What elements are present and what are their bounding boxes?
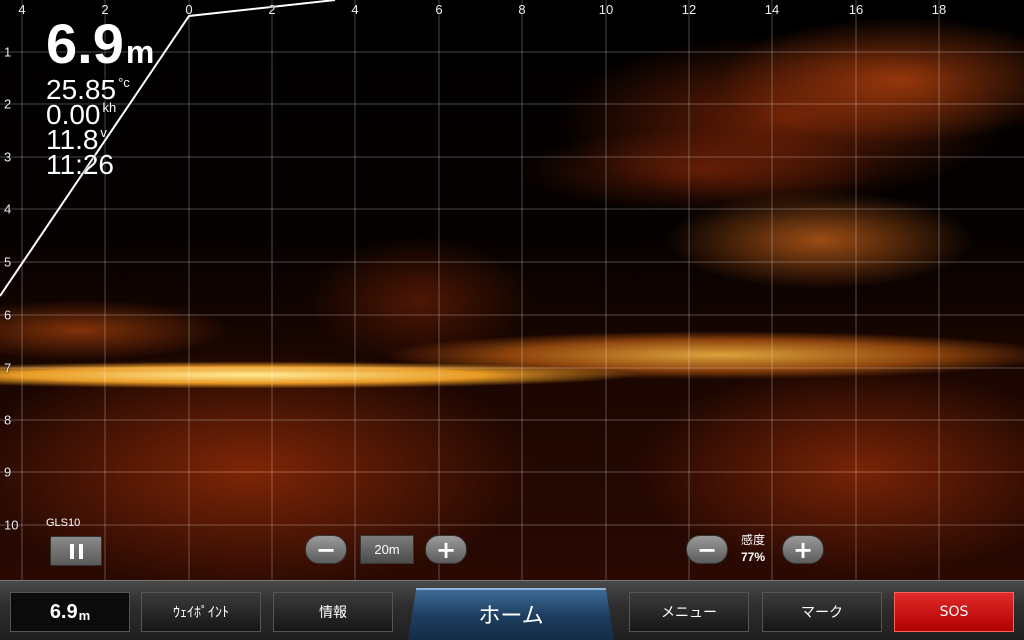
x-tick: 4 (351, 2, 359, 17)
sensitivity-label: 感度 (741, 533, 766, 547)
x-tick: 16 (848, 2, 864, 17)
y-tick: 2 (4, 96, 12, 112)
depth-display: 6.9 m (10, 592, 130, 632)
temperature-unit: °c (118, 75, 130, 90)
range-decrease-button[interactable]: − (305, 535, 347, 564)
info-button[interactable]: 情報 (273, 592, 393, 632)
x-tick: 14 (764, 2, 780, 17)
y-tick: 8 (4, 412, 12, 428)
y-tick: 7 (4, 360, 12, 376)
x-tick: 0 (185, 2, 193, 17)
sos-button[interactable]: SOS (894, 592, 1014, 632)
x-tick: 10 (598, 2, 614, 17)
time-value: 11:26 (46, 149, 114, 180)
x-tick: 18 (931, 2, 947, 17)
y-tick: 5 (4, 254, 12, 270)
pause-icon (69, 543, 74, 559)
sensitivity-value: 77% (741, 550, 766, 564)
y-tick: 1 (4, 44, 12, 60)
y-tick: 4 (4, 201, 12, 217)
sidescan-sonar-image[interactable]: 4 2 0 2 4 6 8 10 12 14 16 18 1 2 3 4 5 6… (0, 0, 1024, 580)
range-grid (0, 0, 1024, 580)
x-tick: 8 (518, 2, 526, 17)
voltage-unit: v (100, 125, 107, 140)
menu-button[interactable]: メニュー (629, 592, 749, 632)
x-tick: 4 (18, 2, 26, 17)
sonar-screen: 4 2 0 2 4 6 8 10 12 14 16 18 1 2 3 4 5 6… (0, 0, 1024, 640)
x-tick: 2 (268, 2, 276, 17)
mark-button[interactable]: マーク (762, 592, 882, 632)
speed-unit: kh (102, 100, 117, 115)
waypoint-button[interactable]: ｳｪｲﾎﾟｲﾝﾄ (141, 592, 261, 632)
y-tick: 9 (4, 464, 12, 480)
depth-unit: m (125, 34, 155, 70)
y-tick: 10 (4, 517, 19, 533)
depth-display-value: 6.9 (49, 600, 78, 623)
sensitivity-decrease-button[interactable]: − (686, 535, 728, 564)
x-tick: 6 (435, 2, 443, 17)
home-button[interactable]: ホーム (408, 588, 614, 640)
y-tick: 6 (4, 307, 12, 323)
time-readout: 11:26 (46, 151, 114, 179)
range-value: 20m (360, 535, 414, 564)
depth-readout: 6.9m (46, 16, 154, 72)
y-tick: 3 (4, 149, 12, 165)
pause-icon (78, 543, 83, 559)
x-tick: 12 (681, 2, 697, 17)
transducer-label: GLS10 (46, 517, 81, 529)
depth-display-unit: m (78, 607, 91, 623)
pause-button[interactable] (50, 536, 102, 566)
depth-value: 6.9 (46, 12, 124, 75)
range-increase-button[interactable]: + (425, 535, 467, 564)
sensitivity-increase-button[interactable]: + (782, 535, 824, 564)
